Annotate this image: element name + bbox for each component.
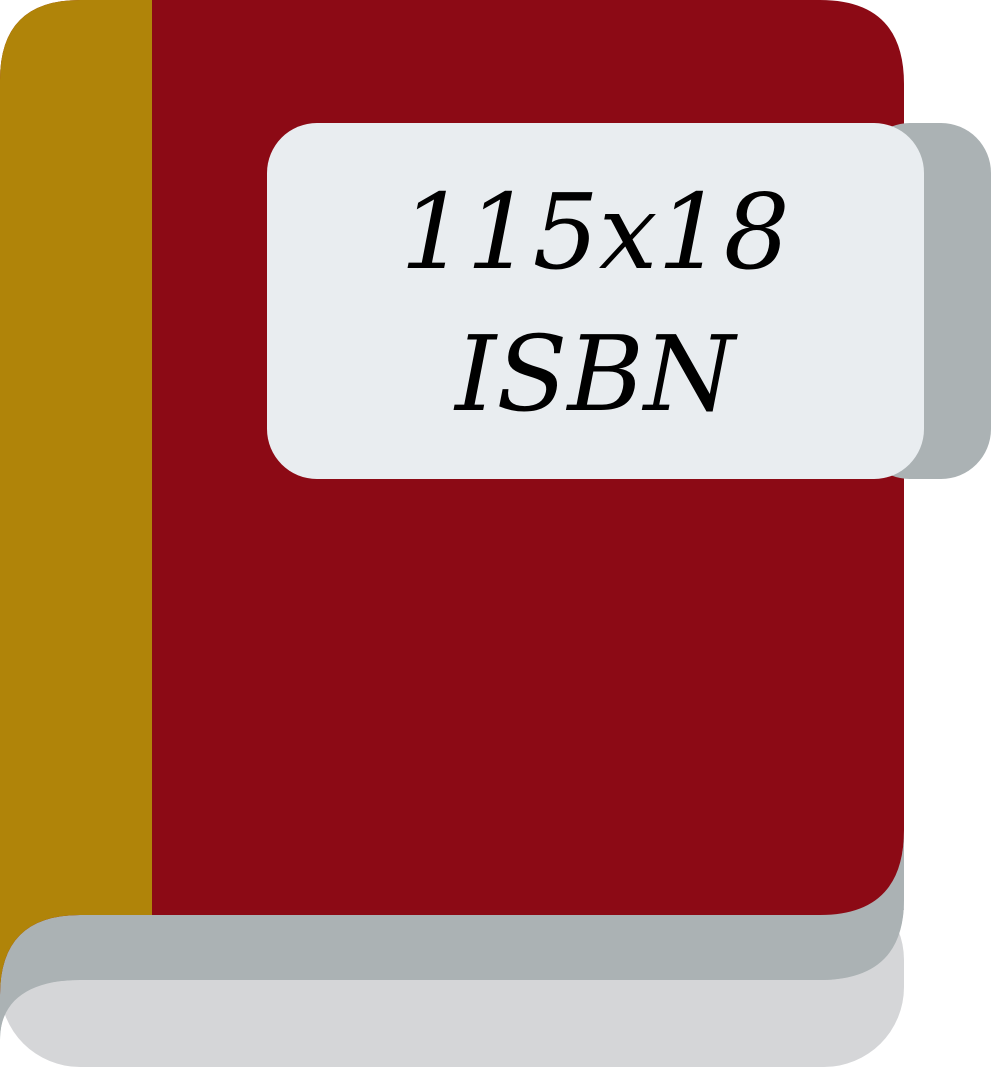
label-line-2: ISBN <box>453 313 738 435</box>
book-icon: 115x18 ISBN <box>0 0 991 1067</box>
label-line-1: 115x18 <box>400 171 790 293</box>
book-spine <box>0 0 152 995</box>
